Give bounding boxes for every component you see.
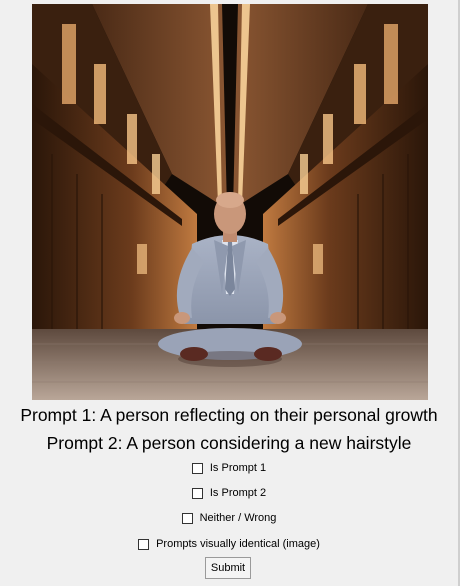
generated-image	[32, 4, 428, 400]
is-prompt-1-label: Is Prompt 1	[209, 462, 267, 474]
is-prompt-1-checkbox[interactable]	[191, 462, 203, 474]
submit-button[interactable]: Submit	[205, 557, 251, 579]
identical-label: Prompts visually identical (image)	[156, 538, 320, 550]
prompt-2-text: Prompt 2: A person considering a new hai…	[46, 433, 412, 453]
identical-option[interactable]: Prompts visually identical (image)	[0, 538, 458, 550]
is-prompt-2-option[interactable]: Is Prompt 2	[0, 487, 458, 499]
neither-label: Neither / Wrong	[199, 512, 277, 524]
neither-checkbox[interactable]	[181, 512, 193, 524]
is-prompt-2-label: Is Prompt 2	[209, 487, 267, 499]
neither-option[interactable]: Neither / Wrong	[0, 512, 458, 524]
prompt-1-text: Prompt 1: A person reflecting on their p…	[20, 405, 438, 425]
is-prompt-1-option[interactable]: Is Prompt 1	[0, 462, 458, 474]
identical-checkbox[interactable]	[138, 538, 150, 550]
is-prompt-2-checkbox[interactable]	[191, 487, 203, 499]
hallway-photo	[32, 4, 428, 400]
